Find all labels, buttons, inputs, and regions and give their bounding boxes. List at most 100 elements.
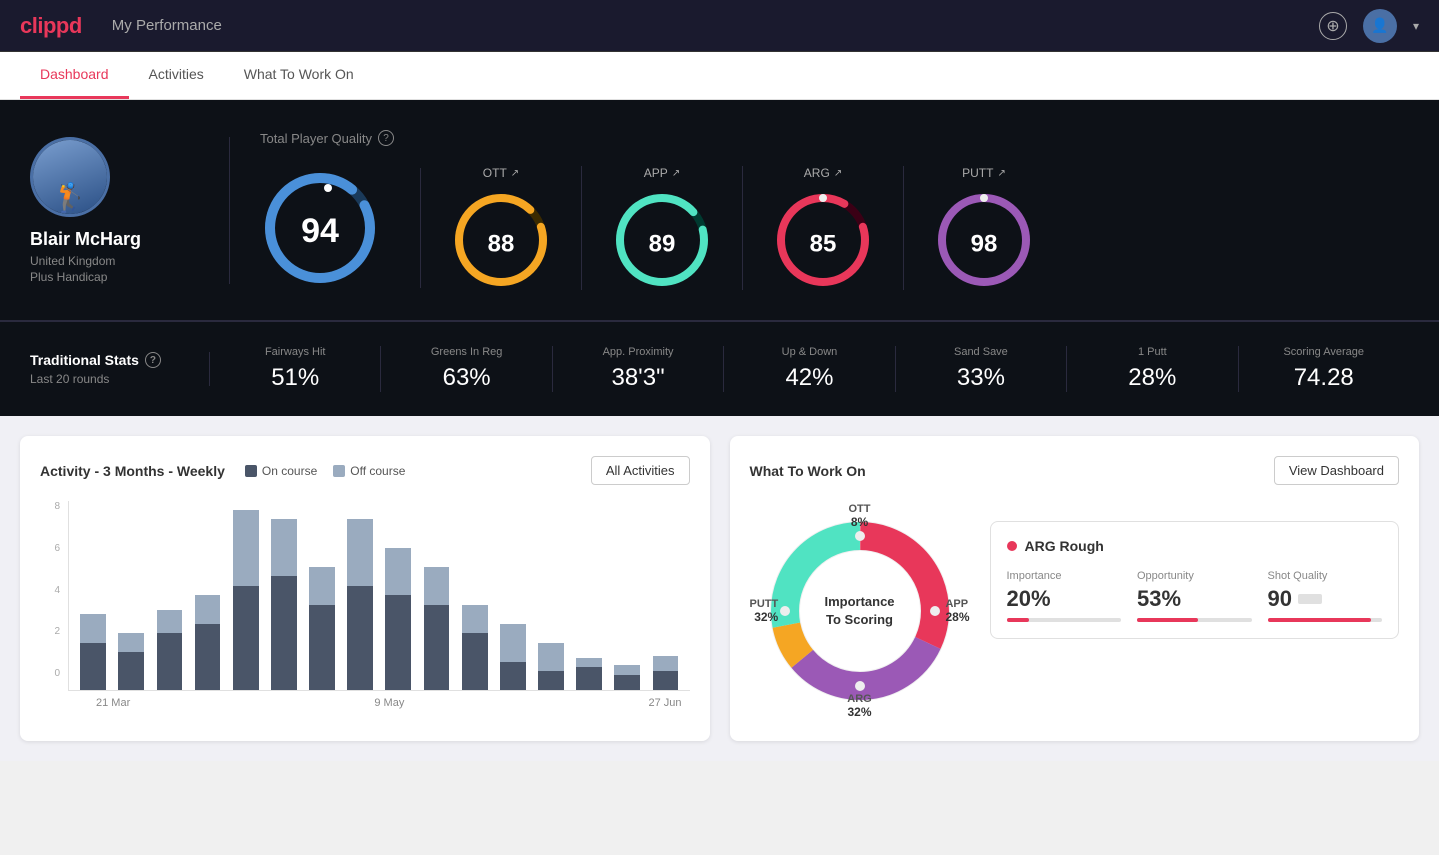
tab-activities[interactable]: Activities <box>129 52 224 99</box>
bar-group-3[interactable] <box>191 595 223 690</box>
opportunity-fill <box>1137 618 1198 622</box>
chart-card-header: Activity - 3 Months - Weekly On course O… <box>40 456 690 485</box>
hero-section: 🏌️ Blair McHarg United Kingdom Plus Hand… <box>0 100 1439 321</box>
all-activities-button[interactable]: All Activities <box>591 456 690 485</box>
svg-text:98: 98 <box>971 230 998 257</box>
off-course-bar <box>385 548 411 595</box>
svg-text:85: 85 <box>810 230 837 257</box>
legend-off-course-dot <box>333 465 345 477</box>
stats-subtitle: Last 20 rounds <box>30 372 189 386</box>
on-course-bar <box>462 633 488 690</box>
svg-text:94: 94 <box>301 212 339 250</box>
importance-donut-container: ImportanceTo Scoring OTT 8% APP 28% ARG … <box>750 501 970 721</box>
player-info: 🏌️ Blair McHarg United Kingdom Plus Hand… <box>30 137 230 284</box>
importance-bar <box>1007 618 1122 622</box>
off-course-bar <box>614 665 640 675</box>
header-title: My Performance <box>112 17 1319 34</box>
bar-group-10[interactable] <box>459 605 491 690</box>
bar-group-1[interactable] <box>115 633 147 690</box>
tab-dashboard[interactable]: Dashboard <box>20 52 129 99</box>
legend-on-course-dot <box>245 465 257 477</box>
arg-arrow-icon: ↗ <box>834 168 842 179</box>
stat-up-down: Up & Down 42% <box>724 346 895 392</box>
stat-scoring-average: Scoring Average 74.28 <box>1239 346 1409 392</box>
avatar-image: 🏌️ <box>33 140 107 214</box>
bar-group-11[interactable] <box>497 624 529 690</box>
stats-row: Traditional Stats ? Last 20 rounds Fairw… <box>0 321 1439 416</box>
player-avatar: 🏌️ <box>30 137 110 217</box>
add-button[interactable]: ⊕ <box>1319 12 1347 40</box>
off-course-bar <box>233 510 259 586</box>
bar-group-7[interactable] <box>344 519 376 690</box>
stat-sand-save: Sand Save 33% <box>896 346 1067 392</box>
ott-circle: OTT ↗ 88 <box>421 166 582 290</box>
off-course-bar <box>653 656 679 671</box>
on-course-bar <box>233 586 259 690</box>
total-quality-circle: 94 <box>260 168 421 288</box>
bar-group-4[interactable] <box>230 510 262 690</box>
shot-quality-row: 90 <box>1268 586 1383 612</box>
work-content: ImportanceTo Scoring OTT 8% APP 28% ARG … <box>750 501 1400 721</box>
off-course-bar <box>538 643 564 671</box>
detail-dot <box>1007 541 1017 551</box>
stat-1-putt: 1 Putt 28% <box>1067 346 1238 392</box>
stat-fairways-hit: Fairways Hit 51% <box>210 346 381 392</box>
on-course-bar <box>157 633 183 690</box>
bottom-section: Activity - 3 Months - Weekly On course O… <box>0 416 1439 761</box>
putt-circle: PUTT ↗ 98 <box>904 166 1064 290</box>
bar-group-2[interactable] <box>153 610 185 690</box>
bar-group-0[interactable] <box>77 614 109 690</box>
app-arrow-icon: ↗ <box>672 168 680 179</box>
bar-group-9[interactable] <box>420 567 452 690</box>
bar-group-14[interactable] <box>611 665 643 690</box>
on-course-bar <box>385 595 411 690</box>
arg-segment-label: ARG 32% <box>847 693 871 719</box>
user-avatar[interactable]: 👤 <box>1363 9 1397 43</box>
bar-group-13[interactable] <box>573 658 605 690</box>
bar-group-15[interactable] <box>649 656 681 690</box>
on-course-bar <box>271 576 297 690</box>
quality-section: Total Player Quality ? 94 OTT ↗ <box>230 130 1409 290</box>
bar-group-5[interactable] <box>268 519 300 690</box>
opportunity-bar <box>1137 618 1252 622</box>
ott-arrow-icon: ↗ <box>511 168 519 179</box>
plus-icon: ⊕ <box>1326 16 1339 36</box>
svg-text:89: 89 <box>649 230 676 257</box>
stats-info-icon[interactable]: ? <box>145 352 161 368</box>
legend-off-course: Off course <box>333 464 405 478</box>
ott-segment-label: OTT 8% <box>849 503 871 529</box>
tab-what-to-work-on[interactable]: What To Work On <box>224 52 374 99</box>
quality-circles: 94 OTT ↗ 88 APP ↗ <box>260 166 1409 290</box>
work-title: What To Work On <box>750 463 866 479</box>
avatar-icon: 👤 <box>1371 17 1388 34</box>
bar-group-6[interactable] <box>306 567 338 690</box>
work-detail-section: ARG Rough Importance 20% Opportunity <box>990 511 1400 721</box>
chevron-down-icon: ▾ <box>1413 19 1419 33</box>
chart-title: Activity - 3 Months - Weekly <box>40 463 225 479</box>
on-course-bar <box>347 586 373 690</box>
off-course-bar <box>347 519 373 586</box>
work-detail-title: ARG Rough <box>1007 538 1383 554</box>
detail-shot-quality: Shot Quality 90 <box>1268 570 1383 622</box>
detail-importance: Importance 20% <box>1007 570 1122 622</box>
off-course-bar <box>271 519 297 576</box>
putt-arrow-icon: ↗ <box>997 168 1005 179</box>
svg-text:88: 88 <box>488 230 515 257</box>
off-course-bar <box>118 633 144 652</box>
putt-segment-label: PUTT 32% <box>750 598 779 624</box>
stat-greens-in-reg: Greens In Reg 63% <box>381 346 552 392</box>
bar-group-12[interactable] <box>535 643 567 690</box>
arg-label: ARG ↗ <box>804 166 842 180</box>
off-course-bar <box>157 610 183 633</box>
on-course-bar <box>309 605 335 690</box>
info-icon[interactable]: ? <box>378 130 394 146</box>
off-course-bar <box>309 567 335 605</box>
on-course-bar <box>653 671 679 690</box>
activity-chart-card: Activity - 3 Months - Weekly On course O… <box>20 436 710 741</box>
bar-group-8[interactable] <box>382 548 414 690</box>
on-course-bar <box>424 605 450 690</box>
ott-label: OTT ↗ <box>483 166 519 180</box>
view-dashboard-button[interactable]: View Dashboard <box>1274 456 1399 485</box>
app-logo: clippd <box>20 13 82 39</box>
importance-fill <box>1007 618 1030 622</box>
